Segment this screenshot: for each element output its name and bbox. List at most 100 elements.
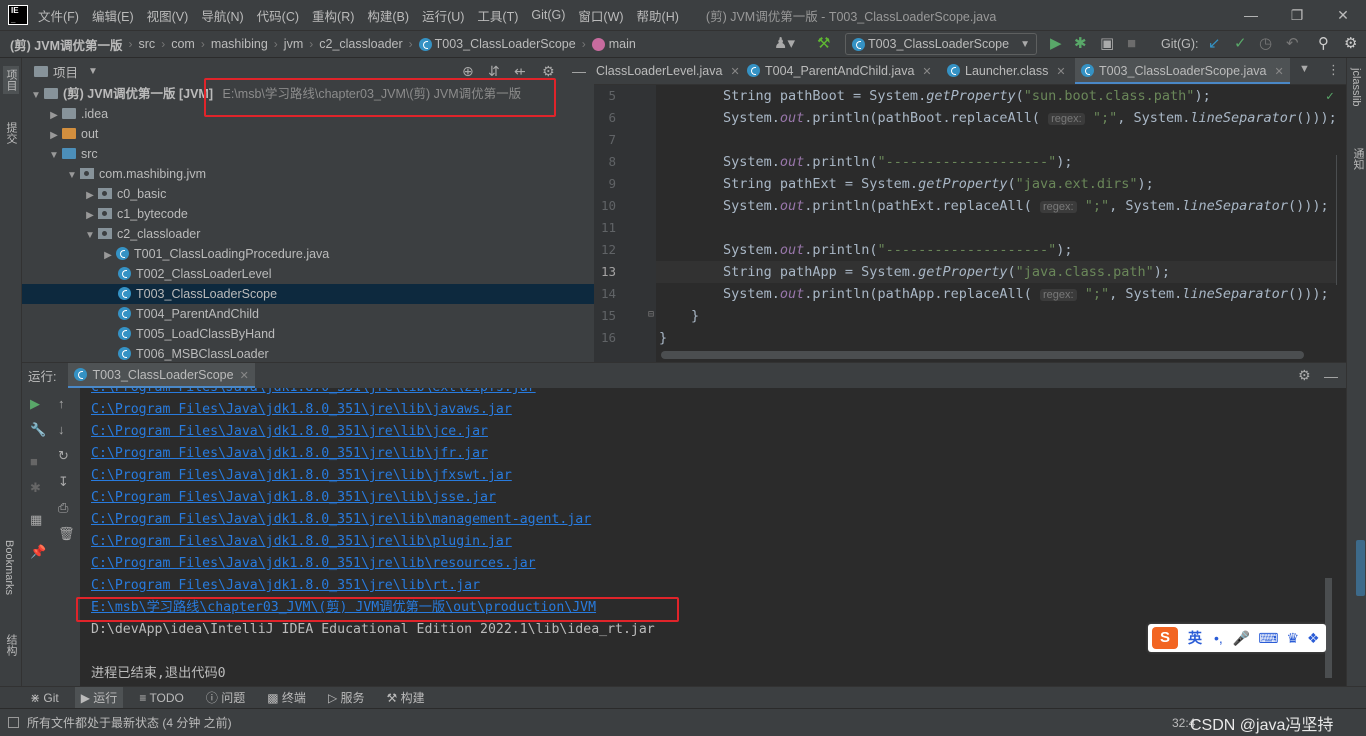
chevron-down-icon[interactable]: ▼ <box>28 86 44 106</box>
git-commit-icon[interactable]: ✓ <box>1234 35 1247 53</box>
console-link[interactable]: C:\Program Files\Java\jdk1.8.0_351\jre\l… <box>91 465 512 487</box>
search-icon[interactable]: ⚲ <box>1318 35 1329 53</box>
menu-tools[interactable]: 工具(T) <box>477 6 518 25</box>
pin-icon[interactable]: 📌 <box>30 544 46 560</box>
console-link[interactable]: C:\Program Files\Java\jdk1.8.0_351\jre\l… <box>91 509 591 531</box>
coverage-icon[interactable]: ▣ <box>1100 35 1114 53</box>
gear-icon[interactable]: ⚙ <box>542 63 555 80</box>
tree-item-package[interactable]: ▼ com.mashibing.jvm <box>22 164 594 184</box>
chevron-right-icon[interactable]: ▶ <box>46 126 62 146</box>
stop-icon[interactable]: ■ <box>30 454 38 470</box>
maximize-icon[interactable]: ❐ <box>1274 0 1320 30</box>
tree-item-t002[interactable]: T002_ClassLoaderLevel <box>22 264 594 284</box>
menu-edit[interactable]: 编辑(E) <box>92 6 134 25</box>
menu-view[interactable]: 视图(V) <box>147 6 189 25</box>
console-link[interactable]: C:\Program Files\Java\jdk1.8.0_351\jre\l… <box>91 443 488 465</box>
collapse-all-icon[interactable]: ⇷ <box>514 63 526 80</box>
tool-todo[interactable]: ≡ TODO <box>139 691 184 705</box>
wrench-icon[interactable]: 🔧 <box>30 422 46 438</box>
stop-icon[interactable]: ■ <box>1127 35 1136 53</box>
tool-problems[interactable]: ⓘ 问题 <box>206 689 245 706</box>
minimize-icon[interactable]: — <box>1228 0 1274 30</box>
soft-wrap-icon[interactable]: ↻ <box>58 448 69 464</box>
gear-icon[interactable]: ⚙ <box>1298 367 1311 384</box>
menu-window[interactable]: 窗口(W) <box>578 6 623 25</box>
chevron-right-icon[interactable]: ▶ <box>82 206 98 226</box>
tool-services[interactable]: ▷ 服务 <box>328 689 365 706</box>
tree-item-c2[interactable]: ▼ c2_classloader <box>22 224 594 244</box>
breadcrumb-c2-classloader[interactable]: c2_classloader <box>319 37 402 51</box>
layout-icon[interactable]: ▦ <box>30 512 42 528</box>
skin-icon[interactable]: ♛ <box>1286 630 1299 647</box>
breadcrumb-src[interactable]: src <box>139 37 156 51</box>
tool-build[interactable]: ⚒ 构建 <box>387 689 425 706</box>
scroll-up-icon[interactable]: ↑ <box>58 396 65 412</box>
chevron-right-icon[interactable]: ▶ <box>46 106 62 126</box>
rerun-icon[interactable]: ▶ <box>30 396 40 412</box>
tree-item-t006[interactable]: T006_MSBClassLoader <box>22 344 594 362</box>
chevron-down-icon[interactable]: ▼ <box>46 146 62 166</box>
more-icon[interactable]: ⋮ <box>1327 62 1340 78</box>
breadcrumb-class[interactable]: T003_ClassLoaderScope <box>435 37 576 51</box>
breadcrumb-jvm[interactable]: jvm <box>284 37 303 51</box>
close-icon[interactable]: ✕ <box>1320 0 1366 30</box>
close-icon[interactable]: ✕ <box>240 370 249 382</box>
close-icon[interactable]: ✕ <box>730 66 739 78</box>
structure-tool-button[interactable]: 结构 <box>3 634 19 656</box>
trash-icon[interactable]: 🗑 <box>58 526 75 542</box>
console-output[interactable]: C:\Program Files\Java\jdk1.8.0_351\jre\l… <box>80 388 1335 686</box>
status-icon[interactable] <box>8 717 19 728</box>
tab-t003[interactable]: T003_ClassLoaderScope.java ✕ <box>1075 58 1290 84</box>
breadcrumb-com[interactable]: com <box>171 37 195 51</box>
tab-launcher[interactable]: Launcher.class ✕ <box>941 58 1072 84</box>
console-link[interactable]: C:\Program Files\Java\jdk1.8.0_351\jre\l… <box>91 421 488 443</box>
breadcrumb-project[interactable]: (剪) JVM调优第一版 <box>10 35 123 54</box>
jclasslib-tool-button[interactable]: jclasslib <box>1350 68 1362 107</box>
tree-item-c0[interactable]: ▶ c0_basic <box>22 184 594 204</box>
fold-icon[interactable]: ⊟ <box>648 309 654 320</box>
console-link[interactable]: C:\Program Files\Java\jdk1.8.0_351\jre\l… <box>91 388 536 399</box>
close-icon[interactable]: ✕ <box>922 66 931 78</box>
menu-build[interactable]: 构建(B) <box>367 6 409 25</box>
chevron-down-icon[interactable]: ▼ <box>88 66 98 77</box>
git-rollback-icon[interactable]: ↶ <box>1286 35 1299 53</box>
tree-item-t003[interactable]: T003_ClassLoaderScope <box>22 284 594 304</box>
user-icon[interactable]: ♟▾ <box>774 35 795 53</box>
console-link[interactable]: C:\Program Files\Java\jdk1.8.0_351\jre\l… <box>91 531 512 553</box>
run-config-select[interactable]: T003_ClassLoaderScope ▼ <box>845 33 1037 55</box>
tree-item-out[interactable]: ▶ out <box>22 124 594 144</box>
menu-help[interactable]: 帮助(H) <box>637 6 679 25</box>
debug-icon[interactable]: ✱ <box>1074 35 1087 53</box>
project-tool-button[interactable]: 项目 <box>3 66 19 94</box>
hide-icon[interactable]: — <box>1324 368 1338 384</box>
inspection-ok-icon[interactable]: ✓ <box>1326 89 1334 104</box>
debug-icon[interactable]: ✱ <box>30 480 41 496</box>
menu-run[interactable]: 运行(U) <box>422 6 464 25</box>
tree-item-t004[interactable]: T004_ParentAndChild <box>22 304 594 324</box>
vertical-scrollbar[interactable] <box>1325 578 1332 678</box>
build-hammer-icon[interactable]: ⚒ <box>817 35 830 53</box>
chevron-down-icon[interactable]: ▼ <box>82 226 98 246</box>
tree-item-c1[interactable]: ▶ c1_bytecode <box>22 204 594 224</box>
menu-refactor[interactable]: 重构(R) <box>312 6 354 25</box>
code-editor[interactable]: String pathBoot = System.getProperty("su… <box>656 85 1337 362</box>
ime-lang[interactable]: 英 <box>1188 628 1202 648</box>
horizontal-scrollbar[interactable] <box>661 351 1304 359</box>
console-link[interactable]: C:\Program Files\Java\jdk1.8.0_351\jre\l… <box>91 553 536 575</box>
keyboard-icon[interactable]: ⌨ <box>1258 630 1278 647</box>
vertical-scrollbar[interactable] <box>1336 155 1337 285</box>
commit-tool-button[interactable]: 提交 <box>3 122 19 144</box>
print-icon[interactable]: ⎙ <box>58 500 68 516</box>
chevron-right-icon[interactable]: ▶ <box>82 186 98 206</box>
tree-item-t001[interactable]: ▶ T001_ClassLoadingProcedure.java <box>22 244 594 264</box>
close-icon[interactable]: ✕ <box>1056 66 1065 78</box>
git-history-icon[interactable]: ◷ <box>1259 35 1272 53</box>
menu-file[interactable]: 文件(F) <box>38 6 79 25</box>
bookmarks-tool-button[interactable]: Bookmarks <box>3 540 15 595</box>
toolbox-icon[interactable]: ❖ <box>1307 630 1320 647</box>
locate-icon[interactable]: ⊕ <box>462 63 474 80</box>
tool-terminal[interactable]: ▩ 终端 <box>267 689 306 706</box>
tool-run[interactable]: ▶ 运行 <box>74 687 124 708</box>
console-link[interactable]: C:\Program Files\Java\jdk1.8.0_351\jre\l… <box>91 399 512 421</box>
tab-classloaderlevel[interactable]: ClassLoaderLevel.java ✕ <box>594 58 746 84</box>
